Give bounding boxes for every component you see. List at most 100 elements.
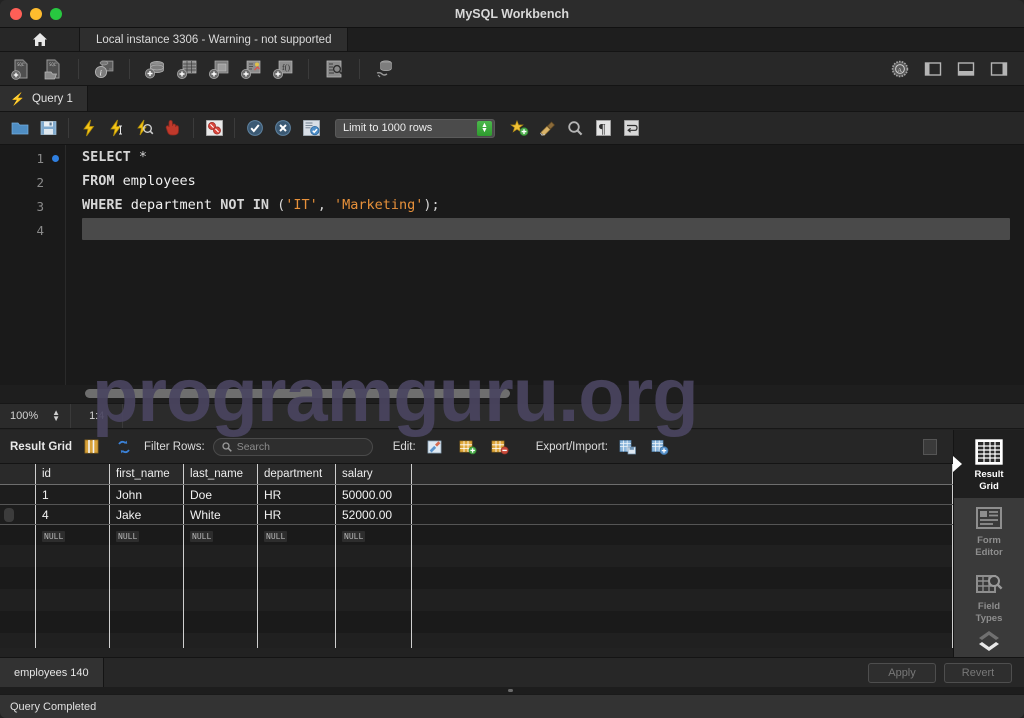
new-row-placeholder[interactable]: NULL NULL NULL NULL NULL xyxy=(0,525,953,545)
code-line[interactable]: WHERE department NOT IN ('IT', 'Marketin… xyxy=(66,193,1024,217)
column-header[interactable]: department xyxy=(258,464,336,484)
open-sql-file-icon[interactable]: SQL xyxy=(40,57,66,81)
editor-zoom-control[interactable]: 100% ▲ ▼ xyxy=(0,404,72,428)
chevron-down-icon[interactable] xyxy=(976,641,1002,655)
bottom-tab-employees[interactable]: employees 140 xyxy=(0,658,104,687)
row-selector[interactable] xyxy=(0,485,36,504)
row-selector[interactable] xyxy=(0,545,36,567)
clear-icon[interactable] xyxy=(535,116,559,140)
table-cell[interactable]: 4 xyxy=(36,505,110,524)
connection-info-icon[interactable]: i xyxy=(91,57,117,81)
toggle-sidebar-icon[interactable] xyxy=(920,57,946,81)
toggle-breakpoint-icon[interactable] xyxy=(202,116,226,140)
maximize-window-button[interactable] xyxy=(50,7,62,20)
code-line[interactable]: SELECT * xyxy=(66,145,1024,169)
tab-query-1[interactable]: ⚡ Query 1 xyxy=(0,86,88,111)
table-cell[interactable]: 52000.00 xyxy=(336,505,412,524)
table-cell[interactable]: Jake xyxy=(110,505,184,524)
table-cell[interactable]: 50000.00 xyxy=(336,485,412,504)
editor-scrollbar-thumb[interactable] xyxy=(85,389,510,398)
new-function-icon[interactable]: f() xyxy=(270,57,296,81)
table-cell[interactable]: John xyxy=(110,485,184,504)
table-cell-null[interactable]: NULL xyxy=(110,525,184,545)
row-selector[interactable] xyxy=(0,505,36,524)
table-cell[interactable]: HR xyxy=(258,485,336,504)
filter-rows-input[interactable]: Search xyxy=(212,437,373,456)
refresh-icon[interactable] xyxy=(112,435,136,459)
sql-code-area[interactable]: SELECT * FROM employees WHERE department N… xyxy=(66,145,1024,385)
row-selector-header[interactable] xyxy=(0,464,36,484)
result-grid[interactable]: id first_name last_name department salary 1J… xyxy=(0,464,953,656)
column-header[interactable]: last_name xyxy=(184,464,258,484)
wrap-lines-icon[interactable] xyxy=(619,116,643,140)
execute-current-statement-icon[interactable] xyxy=(105,116,129,140)
toggle-secondary-sidebar-icon[interactable] xyxy=(986,57,1012,81)
stop-execution-icon[interactable] xyxy=(161,116,185,140)
connection-tab[interactable]: Local instance 3306 - Warning - not supp… xyxy=(80,28,349,51)
editor-zoom-stepper[interactable]: ▲ ▼ xyxy=(52,409,60,423)
new-procedure-icon[interactable] xyxy=(238,57,264,81)
autocommit-icon[interactable] xyxy=(299,116,323,140)
sidebar-item-form-editor[interactable]: Form Editor xyxy=(954,498,1024,564)
execute-icon[interactable] xyxy=(77,116,101,140)
statement-start-marker[interactable] xyxy=(52,155,59,162)
code-line[interactable] xyxy=(66,217,1024,241)
import-recordset-icon[interactable] xyxy=(648,435,672,459)
minimize-window-button[interactable] xyxy=(30,7,42,20)
table-row[interactable]: 4 Jake White HR 52000.00 xyxy=(0,505,953,525)
export-recordset-icon[interactable] xyxy=(616,435,640,459)
invisible-chars-icon[interactable]: ¶ xyxy=(591,116,615,140)
chevron-up-icon[interactable] xyxy=(976,629,1002,641)
home-tab[interactable] xyxy=(0,28,80,51)
reconnect-server-icon[interactable] xyxy=(372,57,398,81)
row-selector[interactable] xyxy=(0,525,36,545)
find-icon[interactable] xyxy=(563,116,587,140)
code-line[interactable]: FROM employees xyxy=(66,169,1024,193)
revert-button[interactable]: Revert xyxy=(944,662,1012,683)
row-selector[interactable] xyxy=(0,589,36,611)
table-cell[interactable]: HR xyxy=(258,505,336,524)
new-sql-file-icon[interactable]: SQL xyxy=(8,57,34,81)
search-data-icon[interactable] xyxy=(321,57,347,81)
result-grid-body[interactable]: 1 John Doe HR 50000.00 4 Jake White HR 52000.00 NU… xyxy=(0,485,953,655)
table-cell-null[interactable]: NULL xyxy=(258,525,336,545)
column-header[interactable]: first_name xyxy=(110,464,184,484)
commit-icon[interactable] xyxy=(243,116,267,140)
table-row[interactable]: 1 John Doe HR 50000.00 xyxy=(0,485,953,505)
panel-splitter-handle[interactable] xyxy=(508,689,513,692)
panel-splitter[interactable] xyxy=(0,687,1024,694)
table-cell[interactable]: 1 xyxy=(36,485,110,504)
apply-button[interactable]: Apply xyxy=(868,662,936,683)
column-header[interactable]: salary xyxy=(336,464,412,484)
edit-cell-icon[interactable] xyxy=(424,435,448,459)
row-limit-select[interactable]: Limit to 1000 rows ▲ ▼ xyxy=(335,118,495,138)
wrap-cell-content-icon[interactable] xyxy=(923,438,937,455)
row-selector[interactable] xyxy=(0,567,36,589)
table-cell-null[interactable]: NULL xyxy=(336,525,412,545)
sql-editor[interactable]: 1234 SELECT * FROM employees WHERE departm… xyxy=(0,145,1024,385)
beautify-icon[interactable] xyxy=(507,116,531,140)
sidebar-item-result-grid[interactable]: Result Grid xyxy=(954,430,1024,498)
new-table-icon[interactable] xyxy=(174,57,200,81)
open-script-icon[interactable] xyxy=(8,116,32,140)
insert-row-icon[interactable] xyxy=(456,435,480,459)
editor-horizontal-scrollbar[interactable] xyxy=(0,385,1024,403)
column-header[interactable]: id xyxy=(36,464,110,484)
result-grid-horizontal-scrollbar[interactable] xyxy=(0,648,953,657)
table-cell[interactable]: White xyxy=(184,505,258,524)
table-cell[interactable]: Doe xyxy=(184,485,258,504)
table-cell-null[interactable]: NULL xyxy=(184,525,258,545)
row-selector[interactable] xyxy=(0,611,36,633)
table-cell-null[interactable]: NULL xyxy=(36,525,110,545)
row-limit-stepper[interactable]: ▲ ▼ xyxy=(477,120,492,136)
close-window-button[interactable] xyxy=(10,7,22,20)
delete-row-icon[interactable] xyxy=(488,435,512,459)
new-view-icon[interactable] xyxy=(206,57,232,81)
rollback-icon[interactable] xyxy=(271,116,295,140)
save-script-icon[interactable] xyxy=(36,116,60,140)
admin-toggle-icon[interactable]: A xyxy=(887,57,913,81)
explain-icon[interactable] xyxy=(133,116,157,140)
result-grid-icon[interactable] xyxy=(80,435,104,459)
toggle-output-icon[interactable] xyxy=(953,57,979,81)
sidebar-item-field-types[interactable]: Field Types xyxy=(954,564,1024,630)
